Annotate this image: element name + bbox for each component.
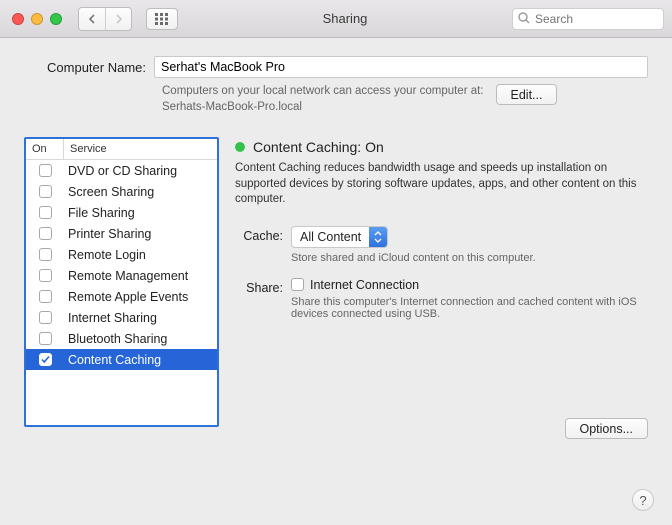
zoom-window-button[interactable] [50,13,62,25]
service-row[interactable]: Internet Sharing [26,307,217,328]
computer-name-input[interactable] [154,56,648,78]
chevron-updown-icon [369,227,387,247]
share-label: Share: [235,278,291,295]
service-label: Printer Sharing [64,227,217,241]
computer-name-help-line1: Computers on your local network can acce… [162,85,484,97]
service-row[interactable]: Printer Sharing [26,223,217,244]
service-row[interactable]: Remote Management [26,265,217,286]
status-title: Content Caching: On [253,139,384,155]
service-checkbox[interactable] [39,332,52,345]
service-row[interactable]: Remote Apple Events [26,286,217,307]
computer-name-label: Computer Name: [24,60,154,75]
service-row[interactable]: Screen Sharing [26,181,217,202]
cache-help: Store shared and iCloud content on this … [291,252,648,264]
share-option-label: Internet Connection [310,278,419,292]
service-row[interactable]: Remote Login [26,244,217,265]
service-label: File Sharing [64,206,217,220]
forward-button[interactable] [105,8,131,30]
computer-name-help: Computers on your local network can acce… [162,84,484,115]
service-label: DVD or CD Sharing [64,164,217,178]
column-header-service[interactable]: Service [64,139,217,159]
share-internet-checkbox[interactable] [291,278,304,291]
service-label: Remote Login [64,248,217,262]
window-title: Sharing [186,11,504,26]
service-checkbox[interactable] [39,248,52,261]
window-controls [12,13,62,25]
service-label: Bluetooth Sharing [64,332,217,346]
service-label: Remote Management [64,269,217,283]
service-row[interactable]: DVD or CD Sharing [26,160,217,181]
service-row[interactable]: File Sharing [26,202,217,223]
cache-select-value: All Content [292,230,369,244]
show-all-button[interactable] [146,8,178,30]
service-label: Remote Apple Events [64,290,217,304]
search-icon [517,11,531,25]
cache-label: Cache: [235,226,291,243]
share-help: Share this computer's Internet connectio… [291,296,648,320]
column-header-on[interactable]: On [26,139,64,159]
service-checkbox[interactable] [39,269,52,282]
status-indicator-icon [235,142,245,152]
close-window-button[interactable] [12,13,24,25]
nav-buttons [78,7,132,31]
service-list[interactable]: On Service DVD or CD Sharing Screen Shari… [24,137,219,427]
service-row[interactable]: Bluetooth Sharing [26,328,217,349]
service-checkbox[interactable] [39,185,52,198]
service-checkbox[interactable] [39,227,52,240]
help-button[interactable]: ? [632,489,654,511]
service-label: Content Caching [64,353,217,367]
service-row[interactable]: Content Caching [26,349,217,370]
service-list-header: On Service [26,139,217,160]
computer-name-help-line2: Serhats-MacBook-Pro.local [162,101,302,113]
service-checkbox[interactable] [39,311,52,324]
search-field-wrap [512,8,664,30]
minimize-window-button[interactable] [31,13,43,25]
back-button[interactable] [79,8,105,30]
service-checkbox[interactable] [39,353,52,366]
options-button[interactable]: Options... [565,418,649,439]
service-label: Screen Sharing [64,185,217,199]
cache-select[interactable]: All Content [291,226,388,248]
service-description: Content Caching reduces bandwidth usage … [235,161,648,208]
edit-button[interactable]: Edit... [496,84,558,105]
service-checkbox[interactable] [39,164,52,177]
service-checkbox[interactable] [39,206,52,219]
detail-pane: Content Caching: On Content Caching redu… [235,137,648,324]
service-checkbox[interactable] [39,290,52,303]
service-label: Internet Sharing [64,311,217,325]
titlebar: Sharing [0,0,672,38]
search-input[interactable] [512,8,664,30]
